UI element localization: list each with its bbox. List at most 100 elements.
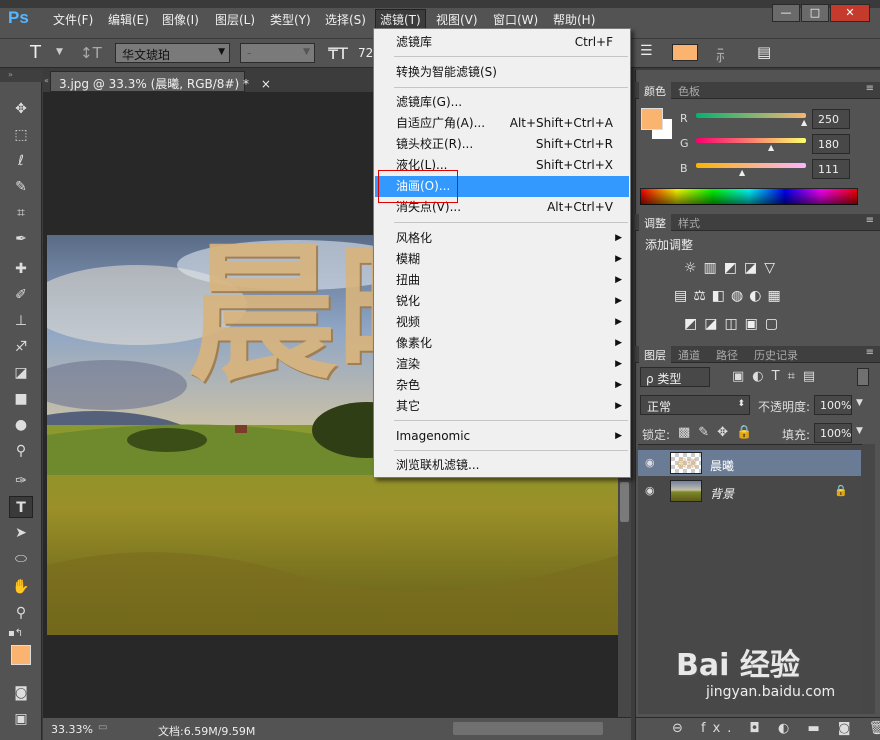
collapse-arrows-icon[interactable]: «	[44, 76, 49, 85]
lasso-tool-icon[interactable]: ℓ	[9, 150, 33, 172]
menu-item-filter-gallery[interactable]: 滤镜库(G)...	[375, 92, 629, 113]
character-panel-icon[interactable]: ▤	[757, 43, 771, 61]
tab-paths[interactable]: 路径	[711, 346, 743, 363]
eyedropper-tool-icon[interactable]: ✒	[9, 228, 33, 250]
menu-item-imagenomic[interactable]: Imagenomic ▶	[375, 426, 629, 447]
slider-handle-icon[interactable]: ▲	[768, 143, 774, 152]
hand-tool-icon[interactable]: ✋	[9, 576, 33, 598]
chevron-down-icon[interactable]: ▼	[56, 47, 63, 57]
panel-menu-icon[interactable]: ≡	[866, 215, 874, 226]
tab-history[interactable]: 历史记录	[749, 346, 803, 363]
chevron-down-icon[interactable]: ▼	[856, 426, 863, 436]
dodge-tool-icon[interactable]: ⚲	[9, 440, 33, 462]
font-style-select[interactable]: - ▼	[240, 43, 315, 63]
foreground-color-swatch[interactable]	[11, 645, 31, 665]
layer-name[interactable]: 晨曦	[710, 457, 734, 474]
menu-item-stylize[interactable]: 风格化 ▶	[375, 228, 629, 249]
menu-edit[interactable]: 编辑(E)	[108, 11, 149, 28]
path-select-icon[interactable]: ➤	[9, 522, 33, 544]
menu-item-video[interactable]: 视频 ▶	[375, 312, 629, 333]
eye-icon[interactable]: ◉	[645, 484, 659, 498]
minimize-button[interactable]: —	[772, 4, 800, 22]
pen-tool-icon[interactable]: ✑	[9, 470, 33, 492]
slider-handle-icon[interactable]: ▲	[801, 118, 807, 127]
chevron-down-icon[interactable]: ▼	[856, 398, 863, 408]
g-slider[interactable]	[696, 138, 806, 143]
eraser-tool-icon[interactable]: ◪	[9, 362, 33, 384]
tab-color[interactable]: 颜色	[639, 82, 671, 99]
gradient-tool-icon[interactable]: ■	[9, 388, 33, 410]
ellipse-tool-icon[interactable]: ⬭	[9, 548, 33, 570]
stamp-tool-icon[interactable]: ⊥	[9, 310, 33, 332]
collapse-arrows-icon[interactable]: »	[0, 70, 42, 82]
quick-mask-icon[interactable]: ◙	[9, 682, 33, 704]
zoom-tool-icon[interactable]: ⚲	[9, 602, 33, 624]
menu-item-render[interactable]: 渲染 ▶	[375, 354, 629, 375]
screen-mode-icon[interactable]: ▣	[9, 708, 33, 730]
align-justify-icon[interactable]: ☰	[640, 43, 653, 59]
maximize-button[interactable]: □	[801, 4, 829, 22]
layer-filter-select[interactable]: ρ 类型	[640, 367, 710, 387]
status-icon[interactable]: ▭	[98, 722, 107, 733]
b-slider[interactable]	[696, 163, 806, 168]
opacity-input[interactable]: 100%	[814, 395, 852, 415]
font-family-select[interactable]: 华文琥珀 ▼	[115, 43, 230, 63]
font-size-value[interactable]: 72	[358, 46, 373, 60]
fill-input[interactable]: 100%	[814, 423, 852, 443]
menu-select[interactable]: 选择(S)	[325, 11, 366, 28]
blend-mode-select[interactable]: 正常 ⬍	[640, 395, 750, 415]
filter-toggle[interactable]	[857, 368, 869, 386]
panel-menu-icon[interactable]: ≡	[866, 347, 874, 358]
g-value-input[interactable]: 180	[812, 134, 850, 154]
menu-item-adaptive-wide[interactable]: 自适应广角(A)... Alt+Shift+Ctrl+A	[375, 113, 629, 134]
tab-channels[interactable]: 通道	[673, 346, 705, 363]
menu-item-sharpen[interactable]: 锐化 ▶	[375, 291, 629, 312]
lock-icons[interactable]: ▩✎✥🔒	[678, 425, 760, 440]
quick-select-tool-icon[interactable]: ✎	[9, 176, 33, 198]
adjustment-icons-row3[interactable]: ◩◪◫▣▢	[684, 316, 785, 332]
menu-item-pixelate[interactable]: 像素化 ▶	[375, 333, 629, 354]
menu-file[interactable]: 文件(F)	[53, 11, 93, 28]
r-slider[interactable]	[696, 113, 806, 118]
default-colors-icon[interactable]: ▪↰	[8, 628, 23, 639]
text-orientation-icon[interactable]: ↕T	[80, 44, 102, 62]
menu-window[interactable]: 窗口(W)	[493, 11, 538, 28]
tab-adjustments[interactable]: 调整	[639, 214, 671, 231]
close-icon[interactable]: ×	[261, 77, 271, 91]
history-brush-icon[interactable]: ♐	[9, 336, 33, 358]
document-tab[interactable]: 3.jpg @ 33.3% (晨曦, RGB/8#) * ×	[50, 71, 271, 92]
healing-tool-icon[interactable]: ✚	[9, 258, 33, 280]
layer-filter-icons[interactable]: ▣◐T⌗▤	[732, 369, 823, 384]
menu-layer[interactable]: 图层(L)	[215, 11, 255, 28]
menu-item-lens-correction[interactable]: 镜头校正(R)... Shift+Ctrl+R	[375, 134, 629, 155]
menu-item-convert-smart[interactable]: 转换为智能滤镜(S)	[375, 62, 629, 83]
blur-tool-icon[interactable]: ●	[9, 414, 33, 436]
tab-swatches[interactable]: 色板	[673, 82, 705, 99]
layers-scrollbar[interactable]	[862, 444, 875, 714]
menu-item-blur[interactable]: 模糊 ▶	[375, 249, 629, 270]
menu-filter[interactable]: 滤镜(T)	[375, 9, 426, 30]
menu-image[interactable]: 图像(I)	[162, 11, 199, 28]
eye-icon[interactable]: ◉	[645, 456, 659, 470]
layers-footer-icons[interactable]: ⊖ fx. ◘ ◐ ▬ ◙ 🗑	[672, 721, 880, 736]
adjustment-icons-row1[interactable]: ☼▥◩◪▽	[684, 260, 782, 276]
warp-text-icon[interactable]: ⺬	[716, 42, 732, 66]
menu-item-distort[interactable]: 扭曲 ▶	[375, 270, 629, 291]
crop-tool-icon[interactable]: ⌗	[9, 202, 33, 224]
move-tool-icon[interactable]: ✥	[9, 98, 33, 120]
slider-handle-icon[interactable]: ▲	[739, 168, 745, 177]
r-value-input[interactable]: 250	[812, 109, 850, 129]
menu-type[interactable]: 类型(Y)	[270, 11, 311, 28]
b-value-input[interactable]: 111	[812, 159, 850, 179]
type-tool-icon[interactable]: T	[30, 42, 41, 63]
panel-menu-icon[interactable]: ≡	[866, 83, 874, 94]
menu-item-browse-online[interactable]: 浏览联机滤镜...	[375, 455, 629, 476]
adjustment-icons-row2[interactable]: ▤⚖◧◍◐▦	[674, 288, 787, 304]
zoom-level[interactable]: 33.33%	[51, 723, 93, 736]
type-tool-icon[interactable]: T	[9, 496, 33, 518]
text-color-swatch[interactable]	[672, 44, 698, 61]
layer-name[interactable]: 背景	[710, 485, 734, 502]
close-button[interactable]: ✕	[830, 4, 870, 22]
marquee-tool-icon[interactable]: ⬚	[9, 124, 33, 146]
menu-item-last-filter[interactable]: 滤镜库 Ctrl+F	[375, 32, 629, 53]
